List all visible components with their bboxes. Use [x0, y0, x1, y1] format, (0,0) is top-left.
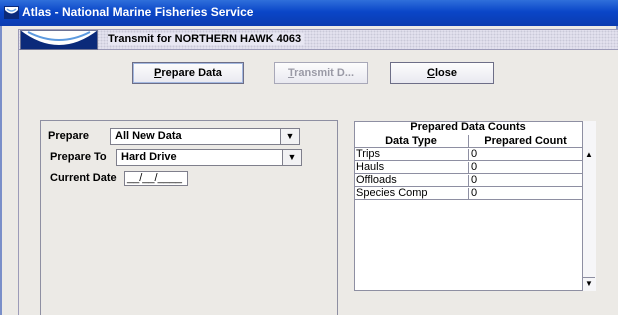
table-cell-count[interactable]: 0	[468, 175, 582, 187]
table-title: Prepared Data Counts	[410, 121, 526, 133]
arrow-up-icon[interactable]: ▲	[583, 149, 595, 161]
table-cell-type[interactable]: Offloads	[354, 175, 468, 187]
table-scrollbar[interactable]	[582, 121, 596, 291]
current-date-label: Current Date	[50, 172, 117, 184]
prepare-label: repare Data	[161, 67, 222, 79]
window-title: Atlas - National Marine Fisheries Servic…	[22, 5, 254, 19]
form-title: Transmit for NORTHERN HAWK 4063	[108, 33, 305, 45]
table-cell-type[interactable]: Hauls	[354, 162, 468, 174]
prepare-select[interactable]: All New Data ▼	[110, 128, 300, 145]
arrow-down-icon[interactable]: ▼	[583, 277, 595, 289]
prepare-label: Prepare	[48, 130, 89, 142]
column-header-prepared-count[interactable]: Prepared Count	[468, 135, 582, 148]
table-cell-count[interactable]: 0	[468, 162, 582, 174]
current-date-field[interactable]: __/__/____	[124, 171, 188, 186]
table-cell-type[interactable]: Species Comp	[354, 188, 468, 200]
prepare-select-value: All New Data	[115, 130, 182, 142]
prepare-to-select[interactable]: Hard Drive ▼	[116, 149, 302, 166]
transmit-label: ransmit D...	[294, 67, 355, 79]
noaa-logo-icon	[4, 6, 19, 19]
close-label: lose	[434, 67, 457, 79]
chevron-down-icon[interactable]: ▼	[282, 150, 301, 165]
prepare-to-label: Prepare To	[50, 151, 107, 163]
noaa-banner-icon	[20, 30, 98, 50]
table-cell-type[interactable]: Trips	[354, 149, 468, 161]
table-cell-count[interactable]: 0	[468, 149, 582, 161]
column-header-data-type[interactable]: Data Type	[354, 135, 468, 148]
chevron-down-icon[interactable]: ▼	[280, 129, 299, 144]
prepare-to-select-value: Hard Drive	[121, 151, 177, 163]
prepare-data-button[interactable]: Prepare Data	[132, 62, 244, 84]
transmit-data-button[interactable]: Transmit D...	[274, 62, 368, 84]
table-cell-count[interactable]: 0	[468, 188, 582, 200]
close-button[interactable]: Close	[390, 62, 494, 84]
close-mnemonic: C	[427, 67, 435, 79]
